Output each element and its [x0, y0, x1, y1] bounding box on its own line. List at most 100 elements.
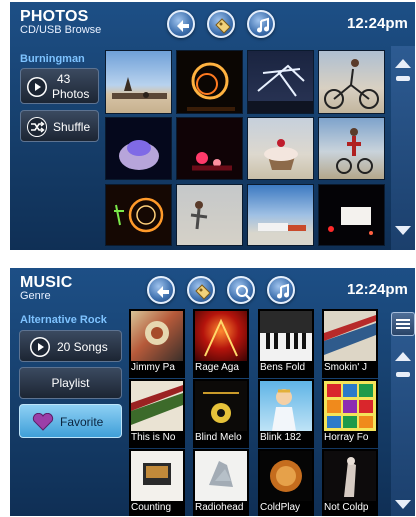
search-icon [236, 285, 251, 300]
photo-count-number: 43 [57, 72, 71, 86]
photo-count-button[interactable]: 43 Photos [20, 68, 99, 104]
album-art [260, 451, 312, 501]
back-icon [157, 286, 169, 298]
photos-screen: PHOTOS CD/USB Browse 12:24pm Burningman [10, 2, 415, 250]
photo-thumbnail[interactable] [247, 117, 314, 180]
scroll-up-button[interactable] [391, 345, 415, 369]
photo-thumbnail[interactable] [105, 117, 172, 180]
album-title: Blink 182 [260, 432, 302, 443]
album-title: Rage Aga [195, 362, 239, 373]
songs-label: 20 Songs [57, 340, 108, 354]
album-tile[interactable]: Horray Fo [322, 379, 378, 448]
music-screen: MUSIC Genre 12:24pm Alternative Rock 20 … [10, 268, 415, 516]
chevron-up-icon [395, 59, 411, 68]
album-tile[interactable]: Radiohead [193, 449, 249, 516]
album-title: Jimmy Pa [131, 362, 175, 373]
album-title: Smokin' J [324, 362, 368, 373]
album-art [260, 311, 312, 361]
album-title: This is No [131, 432, 176, 443]
back-icon [177, 20, 189, 32]
music-header: MUSIC Genre 12:24pm [10, 268, 415, 312]
album-title: Counting [131, 502, 172, 513]
album-tile[interactable]: Not Coldp [322, 449, 378, 516]
photo-thumbnail[interactable] [176, 117, 243, 180]
folder-label: Burningman [20, 53, 85, 65]
music-note-icon [257, 17, 269, 33]
album-art [131, 311, 183, 361]
album-title: Bens Fold [260, 362, 306, 373]
album-art [131, 381, 183, 431]
album-tile[interactable]: Blind Melo [193, 379, 249, 448]
play-icon [27, 77, 47, 97]
album-tile[interactable]: Jimmy Pa [129, 309, 185, 378]
photo-thumbnail[interactable] [318, 184, 385, 246]
tag-button[interactable] [207, 10, 235, 38]
album-title: ColdPlay [260, 502, 301, 513]
scroll-thumb[interactable] [396, 76, 410, 81]
album-tile[interactable]: ColdPlay [258, 449, 314, 516]
photo-thumbnail[interactable] [176, 50, 243, 114]
tag-icon [195, 284, 211, 300]
clock: 12:24pm [347, 15, 408, 32]
back-button[interactable] [167, 10, 195, 38]
album-tile[interactable]: Rage Aga [193, 309, 249, 378]
songs-button[interactable]: 20 Songs [19, 330, 122, 362]
photo-count-label: Photos [52, 87, 90, 101]
album-art [324, 311, 376, 361]
chevron-down-icon [395, 500, 411, 509]
shuffle-button[interactable]: Shuffle [20, 110, 99, 142]
album-title: Not Coldp [324, 502, 369, 513]
album-title: Blind Melo [195, 432, 242, 443]
scroll-down-button[interactable] [391, 218, 415, 242]
album-art [131, 451, 183, 501]
album-tile[interactable]: Smokin' J [322, 309, 378, 378]
clock: 12:24pm [347, 281, 408, 298]
scroll-up-button[interactable] [391, 52, 415, 76]
album-art [324, 451, 376, 501]
page-subtitle: CD/USB Browse [20, 24, 102, 36]
scroll-down-button[interactable] [391, 492, 415, 516]
photo-thumbnail[interactable] [318, 50, 385, 114]
album-tile[interactable]: Blink 182 [258, 379, 314, 448]
album-tile[interactable]: Bens Fold [258, 309, 314, 378]
shuffle-icon [27, 117, 47, 137]
play-icon [30, 337, 50, 357]
music-button[interactable] [247, 10, 275, 38]
music-button[interactable] [267, 276, 295, 304]
back-button[interactable] [147, 276, 175, 304]
album-art [260, 381, 312, 431]
page-subtitle: Genre [20, 290, 51, 302]
album-tile[interactable]: This is No [129, 379, 185, 448]
photo-thumbnail[interactable] [105, 50, 172, 114]
scrollbar[interactable] [391, 46, 415, 250]
playlist-button[interactable]: Playlist [19, 367, 122, 399]
chevron-up-icon [395, 352, 411, 361]
album-art [324, 381, 376, 431]
music-note-icon [277, 283, 289, 299]
scroll-thumb[interactable] [396, 372, 410, 377]
photo-thumbnail[interactable] [105, 184, 172, 246]
album-art [195, 381, 247, 431]
album-title: Radiohead [195, 502, 244, 513]
photos-header: PHOTOS CD/USB Browse 12:24pm [10, 2, 415, 46]
playlist-label: Playlist [51, 376, 90, 390]
photo-thumbnail[interactable] [247, 184, 314, 246]
menu-button[interactable] [391, 312, 415, 336]
album-art [195, 451, 247, 501]
album-art [195, 311, 247, 361]
scrollbar[interactable] [391, 312, 415, 516]
menu-icon [396, 319, 410, 329]
photo-thumbnail[interactable] [176, 184, 243, 246]
heart-icon [32, 413, 54, 431]
genre-label: Alternative Rock [20, 314, 107, 326]
album-tile[interactable]: Counting [129, 449, 185, 516]
album-title: Horray Fo [324, 432, 369, 443]
tag-button[interactable] [187, 276, 215, 304]
favorite-label: Favorite [60, 415, 104, 429]
chevron-down-icon [395, 226, 411, 235]
photo-thumbnail[interactable] [318, 117, 385, 180]
search-button[interactable] [227, 276, 255, 304]
photo-thumbnail[interactable] [247, 50, 314, 114]
shuffle-label: Shuffle [53, 120, 91, 134]
favorite-button[interactable]: Favorite [19, 404, 122, 438]
